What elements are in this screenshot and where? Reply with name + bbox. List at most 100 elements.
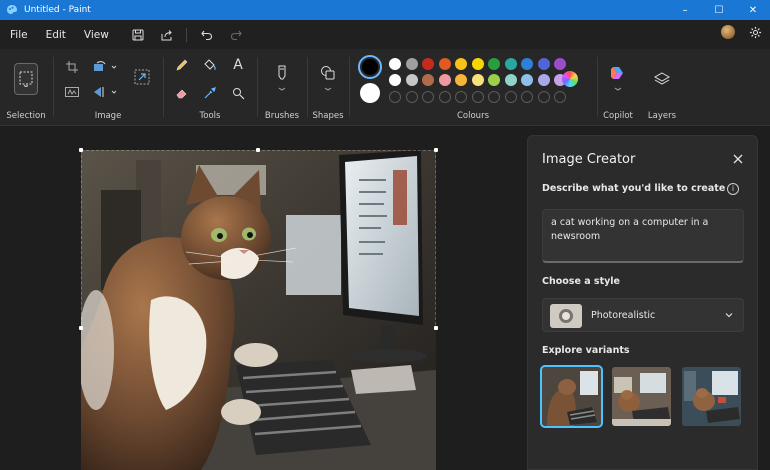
colour-swatch[interactable] <box>537 74 550 86</box>
menu-edit[interactable]: Edit <box>37 29 75 41</box>
shapes-group-label: Shapes <box>312 111 344 121</box>
colour-swatch[interactable] <box>422 58 434 70</box>
fill-bucket-icon <box>204 59 216 71</box>
brushes-button[interactable] <box>272 63 292 95</box>
resize-handle-right[interactable] <box>434 326 438 330</box>
custom-colour-slot[interactable] <box>504 91 517 103</box>
custom-colour-slot[interactable] <box>455 91 467 103</box>
variants-label: Explore variants <box>542 345 630 356</box>
custom-colour-slot[interactable] <box>554 91 566 103</box>
colour-swatch[interactable] <box>389 58 401 70</box>
colour-swatch[interactable] <box>405 74 418 86</box>
quick-access-toolbar <box>128 25 255 45</box>
colour-swatch[interactable] <box>504 74 517 86</box>
eraser-icon <box>176 89 187 99</box>
chevron-down-icon <box>725 313 733 318</box>
undo-button[interactable] <box>197 25 217 45</box>
resize-handle-left[interactable] <box>79 326 83 330</box>
primary-colour-button[interactable] <box>358 55 382 79</box>
share-button[interactable] <box>157 25 177 45</box>
custom-colour-slot[interactable] <box>438 91 451 103</box>
colour-swatch[interactable] <box>521 74 533 86</box>
custom-colour-slot[interactable] <box>537 91 550 103</box>
secondary-colour-button[interactable] <box>360 83 380 103</box>
shapes-button[interactable] <box>318 63 338 95</box>
colour-swatch[interactable] <box>471 74 484 86</box>
magnifier-icon <box>232 87 244 99</box>
custom-colour-slot[interactable] <box>521 91 533 103</box>
image-creator-panel: Image Creator Describe what you'd like t… <box>527 135 758 470</box>
redo-button[interactable] <box>226 25 246 45</box>
brushes-group-label: Brushes <box>264 111 300 121</box>
custom-colour-slot[interactable] <box>488 91 500 103</box>
eraser-tool-button[interactable] <box>174 85 190 101</box>
magnifier-button[interactable] <box>230 85 246 101</box>
colours-group: Colours <box>350 49 596 126</box>
custom-colour-slot[interactable] <box>389 91 401 103</box>
rotate-icon <box>94 61 117 71</box>
window-title: Untitled - Paint <box>24 5 91 15</box>
paint-app: Untitled - Paint – ☐ ✕ File Edit View Se… <box>0 0 770 470</box>
custom-colour-slot[interactable] <box>405 91 418 103</box>
edit-colours-button[interactable] <box>560 69 580 89</box>
image-resize-button[interactable] <box>132 67 152 87</box>
colour-swatch[interactable] <box>471 58 484 70</box>
colour-swatch[interactable] <box>455 74 467 86</box>
colour-swatch[interactable] <box>455 58 467 70</box>
colour-swatch[interactable] <box>537 58 550 70</box>
close-panel-icon[interactable] <box>731 152 745 166</box>
flip-button[interactable] <box>92 85 120 99</box>
colour-picker-button[interactable] <box>202 85 218 101</box>
resize-handle-top-right[interactable] <box>434 148 438 152</box>
minimize-button[interactable]: – <box>668 0 702 20</box>
colour-swatch[interactable] <box>389 74 401 86</box>
colour-swatch[interactable] <box>438 58 451 70</box>
resize-handle-top-left[interactable] <box>79 148 83 152</box>
style-label: Choose a style <box>542 276 620 287</box>
custom-colour-slot[interactable] <box>422 91 434 103</box>
share-icon <box>161 29 172 40</box>
settings-gear-icon[interactable] <box>749 26 762 39</box>
colour-swatch[interactable] <box>422 74 434 86</box>
avatar[interactable] <box>721 25 735 39</box>
copilot-button[interactable] <box>608 63 628 95</box>
colour-swatch[interactable] <box>488 58 500 70</box>
colour-swatch[interactable] <box>405 58 418 70</box>
variant-thumbnail-1[interactable] <box>540 365 603 428</box>
image-group-label: Image <box>94 111 122 121</box>
shapes-group: Shapes <box>308 49 348 126</box>
variant-thumbnail-3[interactable] <box>682 367 741 426</box>
layers-group-label: Layers <box>647 111 677 121</box>
toolbar-divider <box>185 27 187 42</box>
colour-swatch[interactable] <box>438 74 451 86</box>
crop-button[interactable] <box>64 59 80 75</box>
rotate-button[interactable] <box>92 59 120 75</box>
custom-colour-slot[interactable] <box>471 91 484 103</box>
style-dropdown[interactable]: Photorealistic <box>542 298 744 332</box>
maximize-button[interactable]: ☐ <box>702 0 736 20</box>
close-window-button[interactable]: ✕ <box>736 0 770 20</box>
text-tool-button[interactable]: A <box>230 57 246 73</box>
remove-background-button[interactable] <box>64 85 80 99</box>
prompt-textarea[interactable]: a cat working on a computer in a newsroo… <box>542 209 744 263</box>
colour-swatch[interactable] <box>504 58 517 70</box>
fill-tool-button[interactable] <box>202 57 218 73</box>
menu-view[interactable]: View <box>75 29 118 41</box>
variant-thumbnail-2[interactable] <box>612 367 671 426</box>
ribbon: Selection Image A Tools Brushes Shapes C… <box>0 49 770 126</box>
primary-colour-swatch <box>362 59 378 75</box>
selection-button[interactable] <box>14 63 38 95</box>
layers-button[interactable] <box>652 69 672 89</box>
resize-handle-top[interactable] <box>256 148 260 152</box>
layers-icon <box>654 72 670 85</box>
info-icon[interactable]: i <box>727 183 739 195</box>
menu-file[interactable]: File <box>0 29 37 41</box>
copilot-icon <box>611 67 623 91</box>
account-area <box>721 25 762 39</box>
colour-swatch[interactable] <box>521 58 533 70</box>
canvas-selection-outline <box>81 150 436 330</box>
save-button[interactable] <box>128 25 148 45</box>
pencil-tool-button[interactable] <box>174 57 190 73</box>
shapes-icon <box>321 66 335 91</box>
colour-swatch[interactable] <box>488 74 500 86</box>
